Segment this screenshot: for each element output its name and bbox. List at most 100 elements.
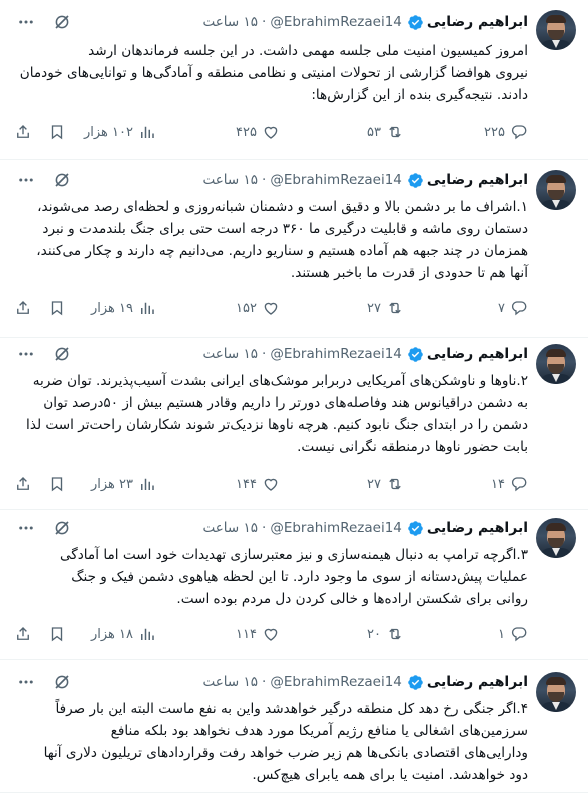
like-button[interactable]: ۱۱۴	[236, 624, 280, 644]
grok-icon[interactable]	[52, 672, 72, 692]
reply-button[interactable]: ۷	[498, 298, 528, 318]
bookmark-button[interactable]	[48, 624, 66, 644]
tweet-time[interactable]: ۱۵ ساعت	[202, 172, 258, 188]
retweet-button[interactable]: ۲۷	[367, 298, 404, 318]
tweet-text: امروز کمیسیون امنیت ملی جلسه مهمی داشت. …	[19, 43, 528, 103]
author-avatar[interactable]	[536, 518, 576, 558]
tweet-text: ۴.اگر جنگی رخ دهد کل منطقه درگیر خواهدشد…	[43, 701, 528, 783]
views-button[interactable]: ۱۰۲ هزار	[84, 122, 156, 142]
verified-badge-icon	[408, 172, 423, 188]
reply-icon	[511, 627, 527, 642]
header-icons	[16, 170, 72, 190]
bookmark-button[interactable]	[48, 122, 66, 142]
retweet-button[interactable]: ۵۳	[367, 122, 404, 142]
grok-icon[interactable]	[52, 170, 72, 190]
bookmark-icon	[51, 627, 63, 642]
author-avatar[interactable]	[536, 10, 576, 50]
reply-count: ۷	[498, 300, 505, 316]
more-options-icon[interactable]	[16, 672, 36, 692]
author-handle[interactable]: @EbrahimRezaei14	[270, 520, 402, 536]
tweet-time[interactable]: ۱۵ ساعت	[202, 346, 258, 362]
tweet-actions: ۱ ۲۰ ۱۱۴ ۱۸ هزار	[14, 624, 528, 644]
retweet-count: ۲۷	[367, 300, 381, 316]
reply-icon	[511, 125, 527, 140]
heart-icon	[264, 478, 278, 491]
reply-button[interactable]: ۱	[498, 624, 528, 644]
views-button[interactable]: ۲۳ هزار	[91, 474, 156, 494]
verified-badge-icon	[408, 520, 423, 536]
views-icon	[141, 478, 154, 490]
author-avatar[interactable]	[536, 170, 576, 210]
more-options-icon[interactable]	[16, 12, 36, 32]
tweet-header: ابراهیم رضایی @EbrahimRezaei14 · ۱۵ ساعت	[16, 672, 528, 692]
heart-icon	[264, 302, 278, 315]
header-icons	[16, 344, 72, 364]
tweet-time[interactable]: ۱۵ ساعت	[202, 14, 258, 30]
bookmark-icon	[51, 125, 63, 140]
grok-icon[interactable]	[52, 344, 72, 364]
separator-dot: ·	[262, 674, 267, 690]
tweet[interactable]: ابراهیم رضایی @EbrahimRezaei14 · ۱۵ ساعت…	[0, 0, 588, 160]
retweet-count: ۲۰	[367, 626, 381, 642]
separator-dot: ·	[262, 172, 267, 188]
like-count: ۴۲۵	[236, 124, 257, 140]
retweet-button[interactable]: ۲۷	[367, 474, 404, 494]
bookmark-button[interactable]	[48, 474, 66, 494]
views-button[interactable]: ۱۹ هزار	[91, 298, 156, 318]
retweet-count: ۲۷	[367, 476, 381, 492]
tweet-time[interactable]: ۱۵ ساعت	[202, 674, 258, 690]
views-button[interactable]: ۱۸ هزار	[91, 624, 156, 644]
author-handle[interactable]: @EbrahimRezaei14	[270, 346, 402, 362]
tweet-text: ۱.اشراف ما بر دشمن بالا و دقیق است و دشم…	[36, 199, 528, 281]
like-button[interactable]: ۴۲۵	[236, 122, 280, 142]
author-name[interactable]: ابراهیم رضایی	[427, 346, 528, 362]
views-icon	[141, 126, 154, 138]
more-options-icon[interactable]	[16, 518, 36, 538]
share-button[interactable]	[14, 298, 32, 318]
reply-icon	[511, 301, 527, 316]
author-handle[interactable]: @EbrahimRezaei14	[270, 172, 402, 188]
views-icon	[141, 628, 154, 640]
reply-button[interactable]: ۲۲۵	[484, 122, 528, 142]
like-count: ۱۴۴	[236, 476, 257, 492]
heart-icon	[264, 126, 278, 139]
like-count: ۱۵۲	[236, 300, 257, 316]
tweet[interactable]: ابراهیم رضایی @EbrahimRezaei14 · ۱۵ ساعت…	[0, 660, 588, 793]
tweet[interactable]: ابراهیم رضایی @EbrahimRezaei14 · ۱۵ ساعت…	[0, 510, 588, 660]
retweet-button[interactable]: ۲۰	[367, 624, 404, 644]
more-options-icon[interactable]	[16, 344, 36, 364]
share-button[interactable]	[14, 122, 32, 142]
retweet-icon	[389, 478, 401, 490]
author-handle[interactable]: @EbrahimRezaei14	[270, 14, 402, 30]
author-name[interactable]: ابراهیم رضایی	[427, 520, 528, 536]
reply-button[interactable]: ۱۴	[491, 474, 528, 494]
author-name[interactable]: ابراهیم رضایی	[427, 674, 528, 690]
tweet[interactable]: ابراهیم رضایی @EbrahimRezaei14 · ۱۵ ساعت…	[0, 338, 588, 510]
views-count: ۱۸ هزار	[90, 626, 133, 642]
tweet[interactable]: ابراهیم رضایی @EbrahimRezaei14 · ۱۵ ساعت…	[0, 160, 588, 338]
tweet-header: ابراهیم رضایی @EbrahimRezaei14 · ۱۵ ساعت	[16, 170, 528, 190]
like-button[interactable]: ۱۵۲	[236, 298, 280, 318]
header-icons	[16, 672, 72, 692]
like-button[interactable]: ۱۴۴	[236, 474, 280, 494]
bookmark-icon	[51, 301, 63, 316]
author-avatar[interactable]	[536, 672, 576, 712]
tweet-time[interactable]: ۱۵ ساعت	[202, 520, 258, 536]
author-name[interactable]: ابراهیم رضایی	[427, 14, 528, 30]
retweet-icon	[389, 628, 401, 640]
share-button[interactable]	[14, 624, 32, 644]
tweet-actions: ۲۲۵ ۵۳ ۴۲۵ ۱۰۲ هزار	[14, 122, 528, 142]
author-avatar[interactable]	[536, 344, 576, 384]
grok-icon[interactable]	[52, 12, 72, 32]
share-icon	[17, 125, 29, 138]
share-button[interactable]	[14, 474, 32, 494]
more-options-icon[interactable]	[16, 170, 36, 190]
verified-badge-icon	[408, 346, 423, 362]
author-handle[interactable]: @EbrahimRezaei14	[270, 674, 402, 690]
separator-dot: ·	[262, 14, 267, 30]
bookmark-button[interactable]	[48, 298, 66, 318]
heart-icon	[264, 628, 278, 641]
grok-icon[interactable]	[52, 518, 72, 538]
views-count: ۲۳ هزار	[90, 476, 133, 492]
author-name[interactable]: ابراهیم رضایی	[427, 172, 528, 188]
